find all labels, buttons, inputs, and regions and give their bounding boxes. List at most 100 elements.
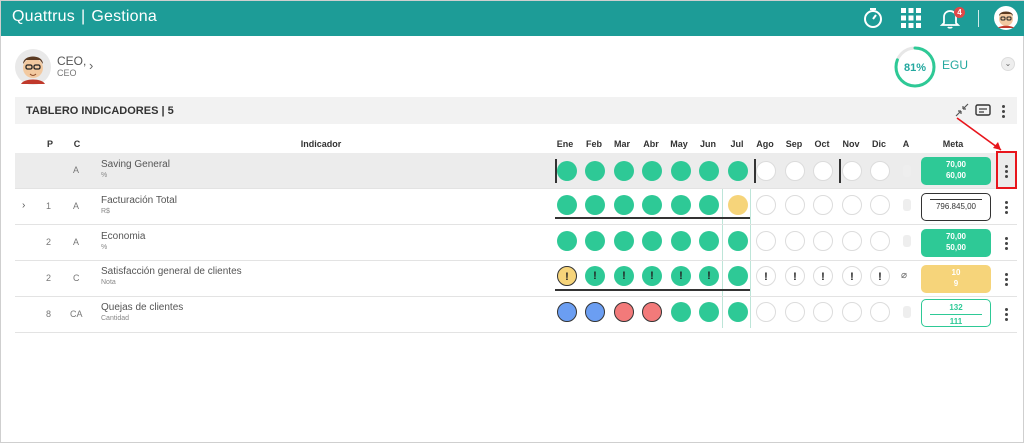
user-avatar-icon[interactable] [994,6,1018,30]
row-c: C [73,273,80,283]
month-status-dot[interactable] [813,302,833,322]
month-status-dot[interactable] [557,195,577,215]
month-status-dot[interactable] [728,195,748,215]
month-status-dot[interactable]: ! [557,266,577,286]
col-header-month: Ene [556,139,574,149]
indicator-name[interactable]: Quejas de clientes [101,302,183,313]
month-status-dot[interactable] [870,161,890,181]
month-status-dot[interactable] [785,231,805,251]
month-status-dot[interactable] [699,231,719,251]
expand-chevron-icon[interactable]: › [22,200,25,211]
chevron-right-icon[interactable]: › [89,58,93,73]
month-status-dot[interactable] [756,231,776,251]
month-status-dot[interactable]: ! [813,266,833,286]
month-status-dot[interactable]: ! [756,266,776,286]
row-menu-icon[interactable] [1003,273,1009,288]
row-menu-icon[interactable] [1003,201,1009,216]
month-status-dot[interactable] [870,231,890,251]
month-status-dot[interactable] [614,231,634,251]
month-status-dot[interactable] [842,302,862,322]
month-status-dot[interactable] [870,302,890,322]
attachment-placeholder [903,165,911,177]
month-status-dot[interactable] [842,195,862,215]
month-status-dot[interactable] [614,302,634,322]
month-status-dot[interactable] [842,231,862,251]
row-menu-icon[interactable] [1003,237,1009,252]
month-status-dot[interactable] [842,161,862,181]
warning-icon: ! [793,271,797,283]
month-status-dot[interactable] [813,195,833,215]
row-menu-icon[interactable] [1003,308,1009,323]
indicator-name[interactable]: Facturación Total [101,195,177,206]
score-ring: 81% [894,46,936,88]
table-row[interactable]: 8 CA Quejas de clientes Cantidad 132 111 [15,297,1017,333]
col-header-month: Abr [643,139,659,149]
indicator-name[interactable]: Saving General [101,159,170,170]
month-status-dot[interactable] [728,231,748,251]
table-row[interactable]: 2 A Economia % 70,00 50,00 [15,225,1017,261]
month-status-dot[interactable] [728,302,748,322]
month-status-dot[interactable] [699,195,719,215]
month-status-dot[interactable] [642,231,662,251]
table-row[interactable]: 2 C Satisfacción general de clientes Not… [15,261,1017,297]
month-status-dot[interactable] [671,161,691,181]
month-status-dot[interactable]: ! [842,266,862,286]
table-row[interactable]: › 1 A Facturación Total R$ 796.845,00 [15,189,1017,225]
month-status-dot[interactable] [585,161,605,181]
col-header-a: A [902,139,910,149]
col-header-month: Jul [730,139,744,149]
month-status-dot[interactable] [870,195,890,215]
month-status-dot[interactable] [671,195,691,215]
month-status-dot[interactable]: ! [671,266,691,286]
month-status-dot[interactable]: ! [785,266,805,286]
month-status-dot[interactable] [785,302,805,322]
meta-badge[interactable]: 132 111 [921,299,991,327]
month-status-dot[interactable] [642,161,662,181]
month-status-dot[interactable] [585,195,605,215]
profile-avatar-icon[interactable] [15,49,51,85]
month-status-dot[interactable] [585,231,605,251]
month-status-dot[interactable] [756,195,776,215]
month-status-dot[interactable]: ! [642,266,662,286]
month-status-dot[interactable]: ! [614,266,634,286]
paperclip-icon[interactable]: ⌀ [901,270,907,281]
month-status-dot[interactable] [785,161,805,181]
meta-badge[interactable]: 796.845,00 [921,193,991,221]
month-status-dot[interactable] [614,195,634,215]
month-status-dot[interactable] [813,231,833,251]
table-row[interactable]: A Saving General % 70,00 60,00 [15,153,1017,189]
month-status-dot[interactable] [671,231,691,251]
meta-badge[interactable]: 10 9 [921,265,991,293]
meta-badge[interactable]: 70,00 60,00 [921,157,991,185]
stopwatch-icon[interactable] [861,6,885,30]
month-status-dot[interactable] [614,161,634,181]
month-status-dot[interactable] [785,195,805,215]
row-c: CA [70,309,83,319]
month-status-dot[interactable] [642,302,662,322]
apps-grid-icon[interactable] [899,6,923,30]
profile-role: CEO [57,68,77,78]
month-status-dot[interactable] [557,302,577,322]
month-status-dot[interactable] [557,231,577,251]
month-status-dot[interactable]: ! [585,266,605,286]
month-status-dot[interactable] [699,302,719,322]
month-status-dot[interactable] [756,302,776,322]
chevron-down-icon[interactable]: ⌄ [1001,57,1015,71]
meta-badge[interactable]: 70,00 50,00 [921,229,991,257]
month-status-dot[interactable] [671,302,691,322]
indicator-name[interactable]: Satisfacción general de clientes [101,266,242,277]
month-status-dot[interactable] [813,161,833,181]
indicator-name[interactable]: Economia [101,231,145,242]
month-status-dot[interactable]: ! [699,266,719,286]
month-status-dot[interactable] [756,161,776,181]
app-brand[interactable]: Quattrus | Gestiona [12,8,157,26]
month-status-dot[interactable] [642,195,662,215]
col-header-month: Nov [842,139,860,149]
col-header-month: Mar [613,139,630,149]
month-status-dot[interactable] [728,266,748,286]
month-status-dot[interactable] [557,161,577,181]
month-status-dot[interactable] [728,161,748,181]
month-status-dot[interactable] [699,161,719,181]
month-status-dot[interactable] [585,302,605,322]
month-status-dot[interactable]: ! [870,266,890,286]
